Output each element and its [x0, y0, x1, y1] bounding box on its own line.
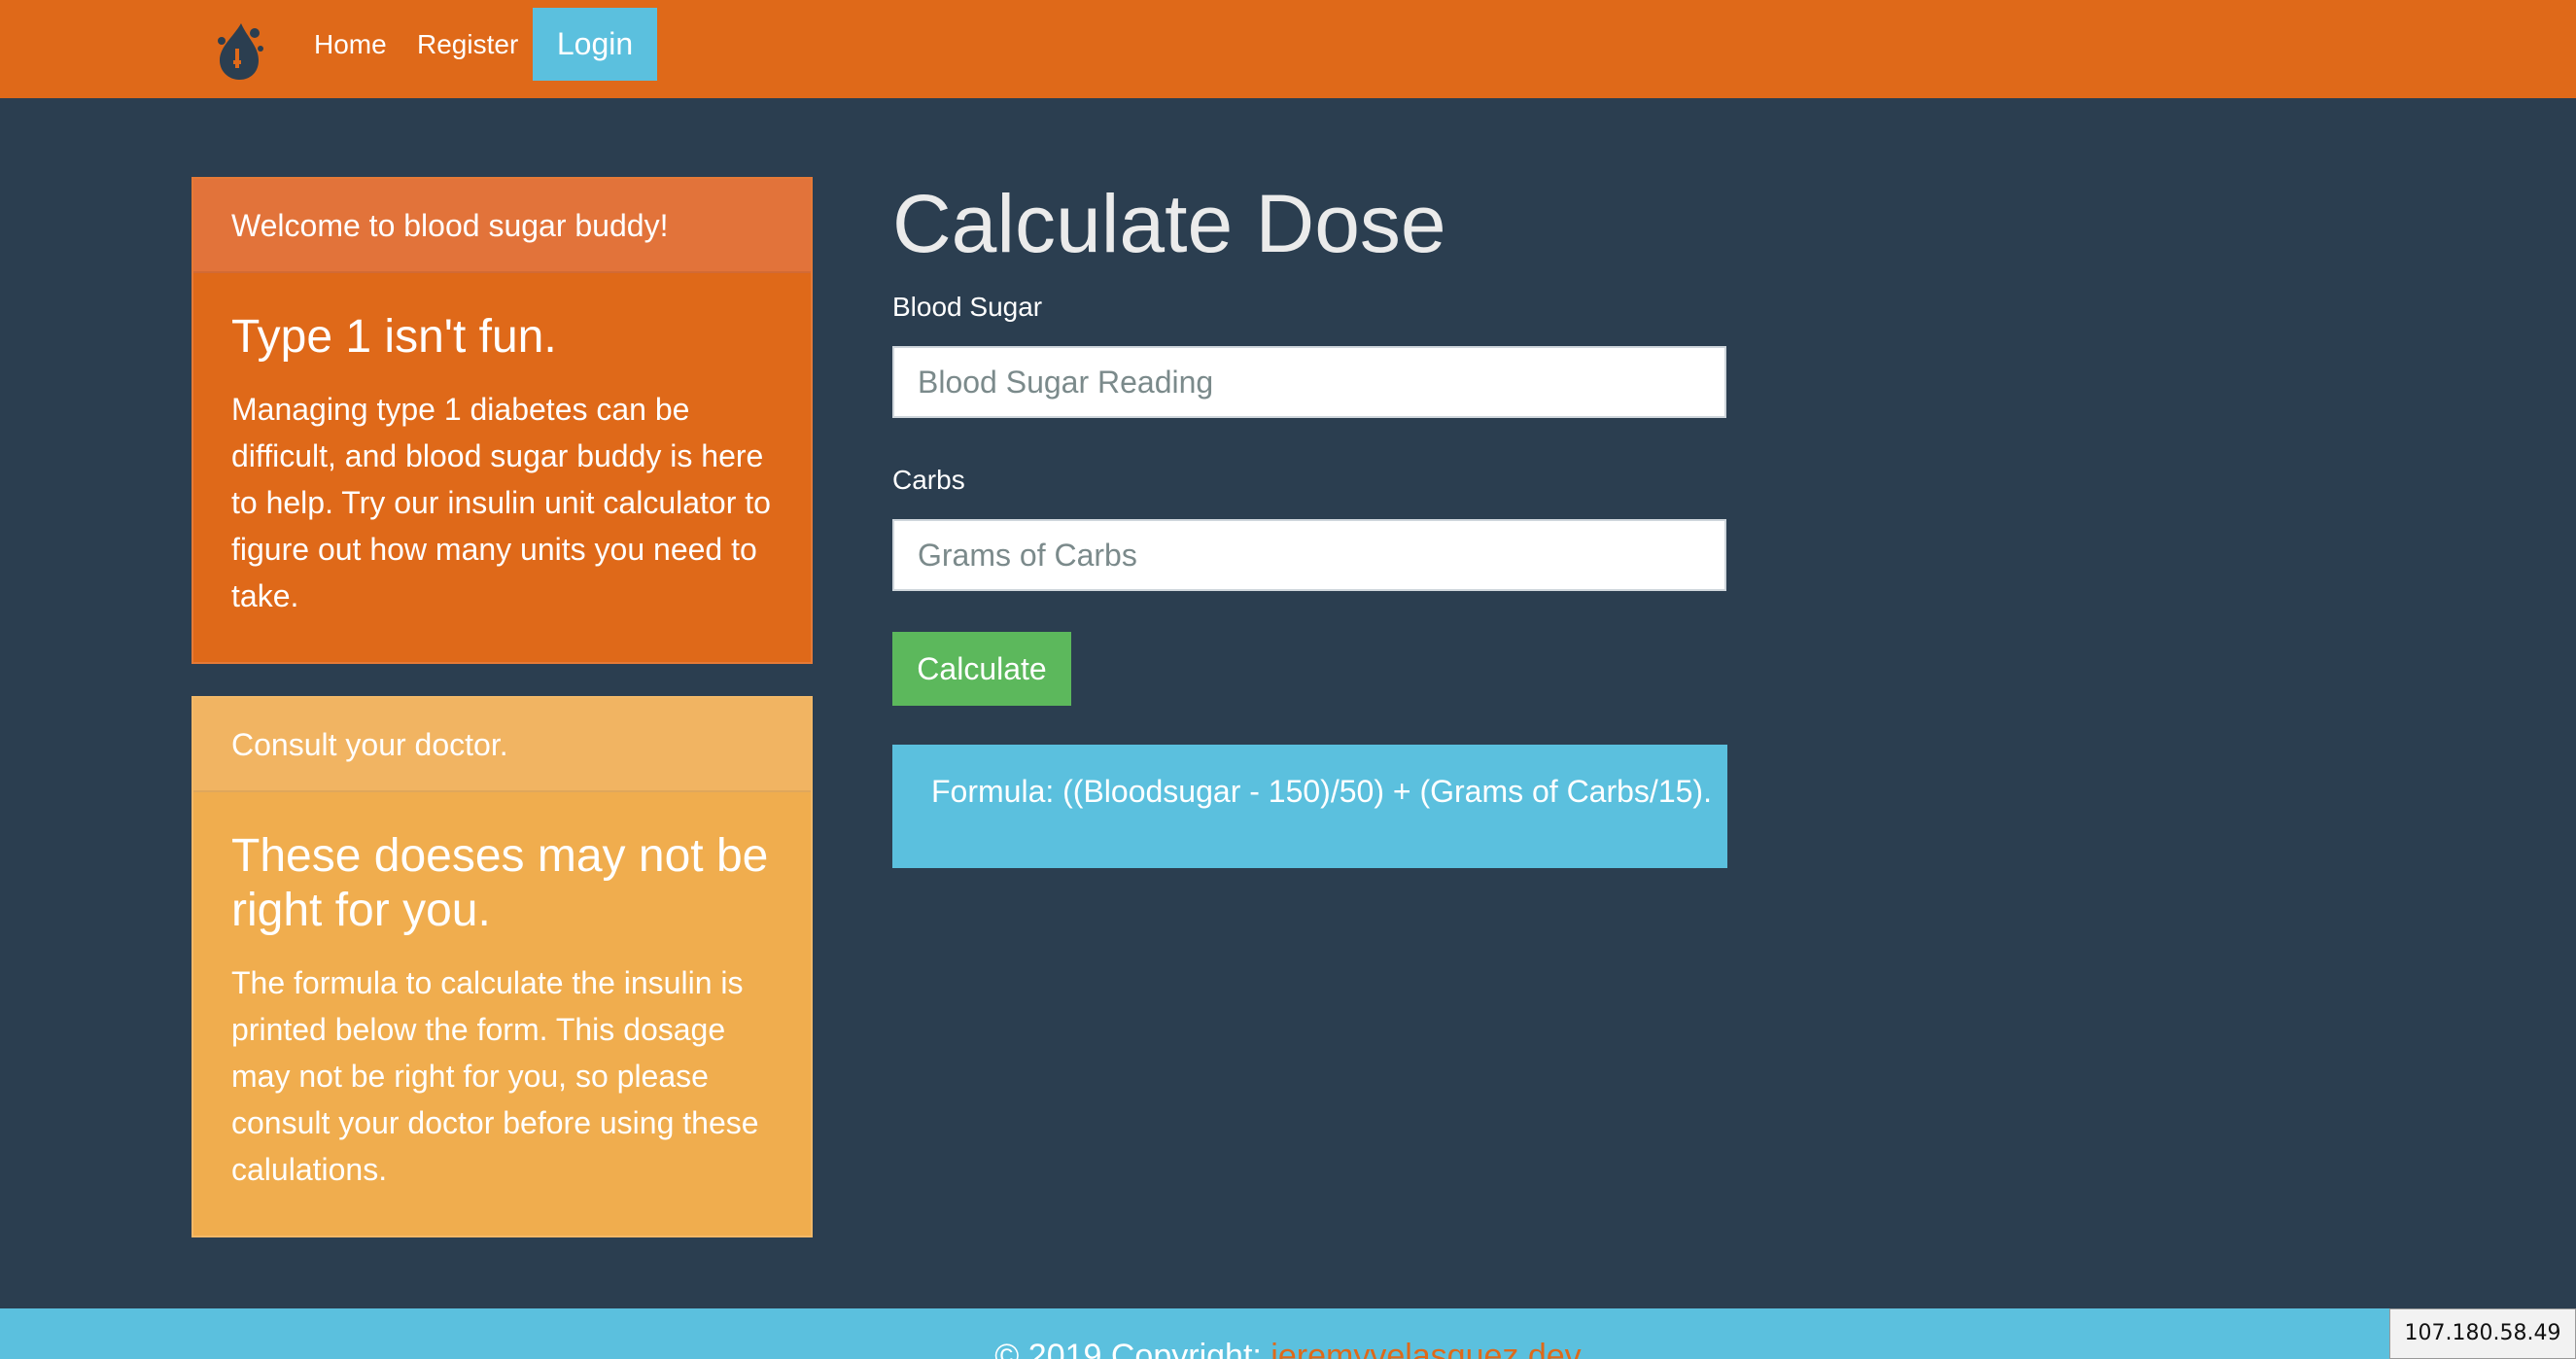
formula-alert: Formula: ((Bloodsugar - 150)/50) + (Gram… [892, 745, 1727, 868]
blood-sugar-input[interactable] [892, 346, 1726, 418]
welcome-panel-title: Type 1 isn't fun. [231, 311, 557, 363]
welcome-panel-text: Managing type 1 diabetes can be difficul… [231, 392, 771, 613]
blood-sugar-label: Blood Sugar [892, 292, 1043, 322]
footer-copyright: © 2019 Copyright: [994, 1338, 1271, 1359]
footer: © 2019 Copyright: jeremyvelasquez.dev [0, 1308, 2576, 1359]
footer-link[interactable]: jeremyvelasquez.dev [1271, 1338, 1581, 1359]
warning-panel-title: These doeses may not be right for you. [231, 830, 769, 936]
navbar: Home Register Login [0, 0, 2576, 98]
nav-register-link[interactable]: Register [417, 0, 518, 89]
blood-drop-logo-icon[interactable] [212, 19, 266, 82]
carbs-input[interactable] [892, 519, 1726, 591]
nav-login-button[interactable]: Login [533, 8, 657, 81]
warning-panel-body: These doeses may not be right for you. T… [193, 792, 811, 1193]
warning-panel-text: The formula to calculate the insulin is … [231, 965, 759, 1187]
nav-home-link[interactable]: Home [314, 0, 387, 89]
welcome-panel: Welcome to blood sugar buddy! Type 1 isn… [191, 177, 813, 664]
welcome-panel-heading: Welcome to blood sugar buddy! [193, 179, 811, 273]
welcome-panel-body: Type 1 isn't fun. Managing type 1 diabet… [193, 273, 811, 619]
footer-text: © 2019 Copyright: jeremyvelasquez.dev [0, 1338, 2576, 1359]
warning-panel: Consult your doctor. These doeses may no… [191, 696, 813, 1237]
calculate-button[interactable]: Calculate [892, 632, 1071, 706]
ip-address-badge: 107.180.58.49 [2389, 1308, 2576, 1359]
carbs-label: Carbs [892, 465, 965, 495]
warning-panel-heading: Consult your doctor. [193, 698, 811, 792]
page-title: Calculate Dose [892, 178, 1446, 269]
